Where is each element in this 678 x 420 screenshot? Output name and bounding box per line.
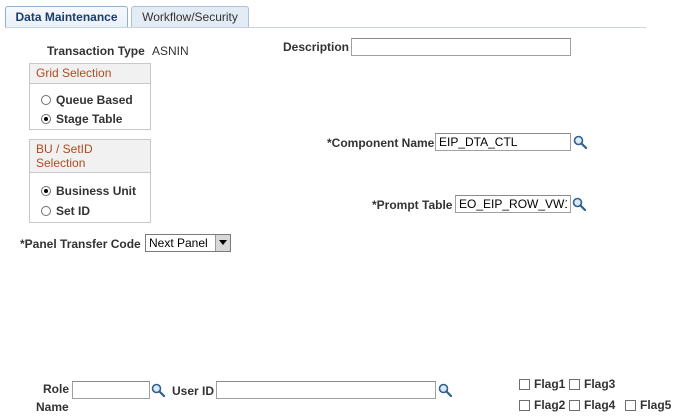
panel-transfer-code-value: Next Panel — [149, 236, 208, 250]
panel-transfer-code-select[interactable]: Next Panel — [145, 234, 231, 252]
prompt-table-lookup-icon[interactable] — [572, 197, 586, 211]
queue-based-radio[interactable] — [41, 95, 51, 105]
set-id-radio[interactable] — [41, 206, 51, 216]
flag4-label: Flag4 — [584, 398, 616, 412]
flag1-label: Flag1 — [534, 377, 566, 391]
flag5-label: Flag5 — [640, 398, 672, 412]
role-name-lookup-icon[interactable] — [151, 383, 165, 397]
description-label: Description — [283, 40, 350, 54]
chevron-down-icon[interactable] — [215, 235, 230, 251]
flag3-checkbox[interactable] — [569, 378, 580, 390]
stage-table-label: Stage Table — [56, 112, 123, 126]
business-unit-label: Business Unit — [56, 184, 137, 198]
tab-data-maintenance[interactable]: Data Maintenance — [5, 6, 128, 28]
transaction-type-value: ASNIN — [152, 44, 189, 58]
flag2-checkbox[interactable] — [519, 399, 530, 411]
flag5-checkbox[interactable] — [625, 399, 636, 411]
component-name-input[interactable] — [435, 133, 571, 151]
component-name-lookup-icon[interactable] — [573, 135, 587, 149]
flag5-checkbox-row[interactable]: Flag5 — [625, 398, 671, 412]
business-unit-option[interactable]: Business Unit — [41, 184, 136, 198]
component-name-label: *Component Name — [327, 136, 435, 150]
flag4-checkbox-row[interactable]: Flag4 — [569, 398, 615, 412]
flag2-label: Flag2 — [534, 398, 566, 412]
flag2-checkbox-row[interactable]: Flag2 — [519, 398, 565, 412]
grid-selection-title: Grid Selection — [30, 64, 150, 84]
bu-setid-title-line1: BU / SetID — [36, 142, 93, 156]
flag1-checkbox-row[interactable]: Flag1 — [519, 377, 565, 391]
queue-based-option[interactable]: Queue Based — [41, 93, 133, 107]
transaction-type-label: Transaction Type — [47, 44, 145, 58]
set-id-label: Set ID — [56, 204, 91, 218]
description-input[interactable] — [351, 38, 571, 56]
user-id-label: User ID — [172, 384, 215, 398]
set-id-option[interactable]: Set ID — [41, 204, 90, 218]
bu-setid-title-line2: Selection — [36, 156, 86, 170]
role-name-input[interactable] — [72, 381, 150, 399]
flag3-label: Flag3 — [584, 377, 616, 391]
tab-workflow-security[interactable]: Workflow/Security — [131, 6, 249, 28]
flag4-checkbox[interactable] — [569, 399, 580, 411]
queue-based-label: Queue Based — [56, 93, 133, 107]
role-name-label-line2: Name — [36, 400, 69, 414]
stage-table-option[interactable]: Stage Table — [41, 112, 122, 126]
stage-table-radio[interactable] — [41, 114, 51, 124]
tab-divider — [5, 27, 646, 28]
panel-transfer-code-label: *Panel Transfer Code — [20, 237, 141, 251]
flag1-checkbox[interactable] — [519, 378, 530, 390]
prompt-table-input[interactable] — [455, 195, 571, 213]
prompt-table-label: *Prompt Table — [372, 198, 453, 212]
flag3-checkbox-row[interactable]: Flag3 — [569, 377, 615, 391]
role-name-label-line1: Role — [43, 382, 70, 396]
user-id-lookup-icon[interactable] — [438, 383, 452, 397]
user-id-input[interactable] — [216, 381, 436, 399]
bu-setid-title: BU / SetID Selection — [30, 140, 150, 173]
business-unit-radio[interactable] — [41, 186, 51, 196]
